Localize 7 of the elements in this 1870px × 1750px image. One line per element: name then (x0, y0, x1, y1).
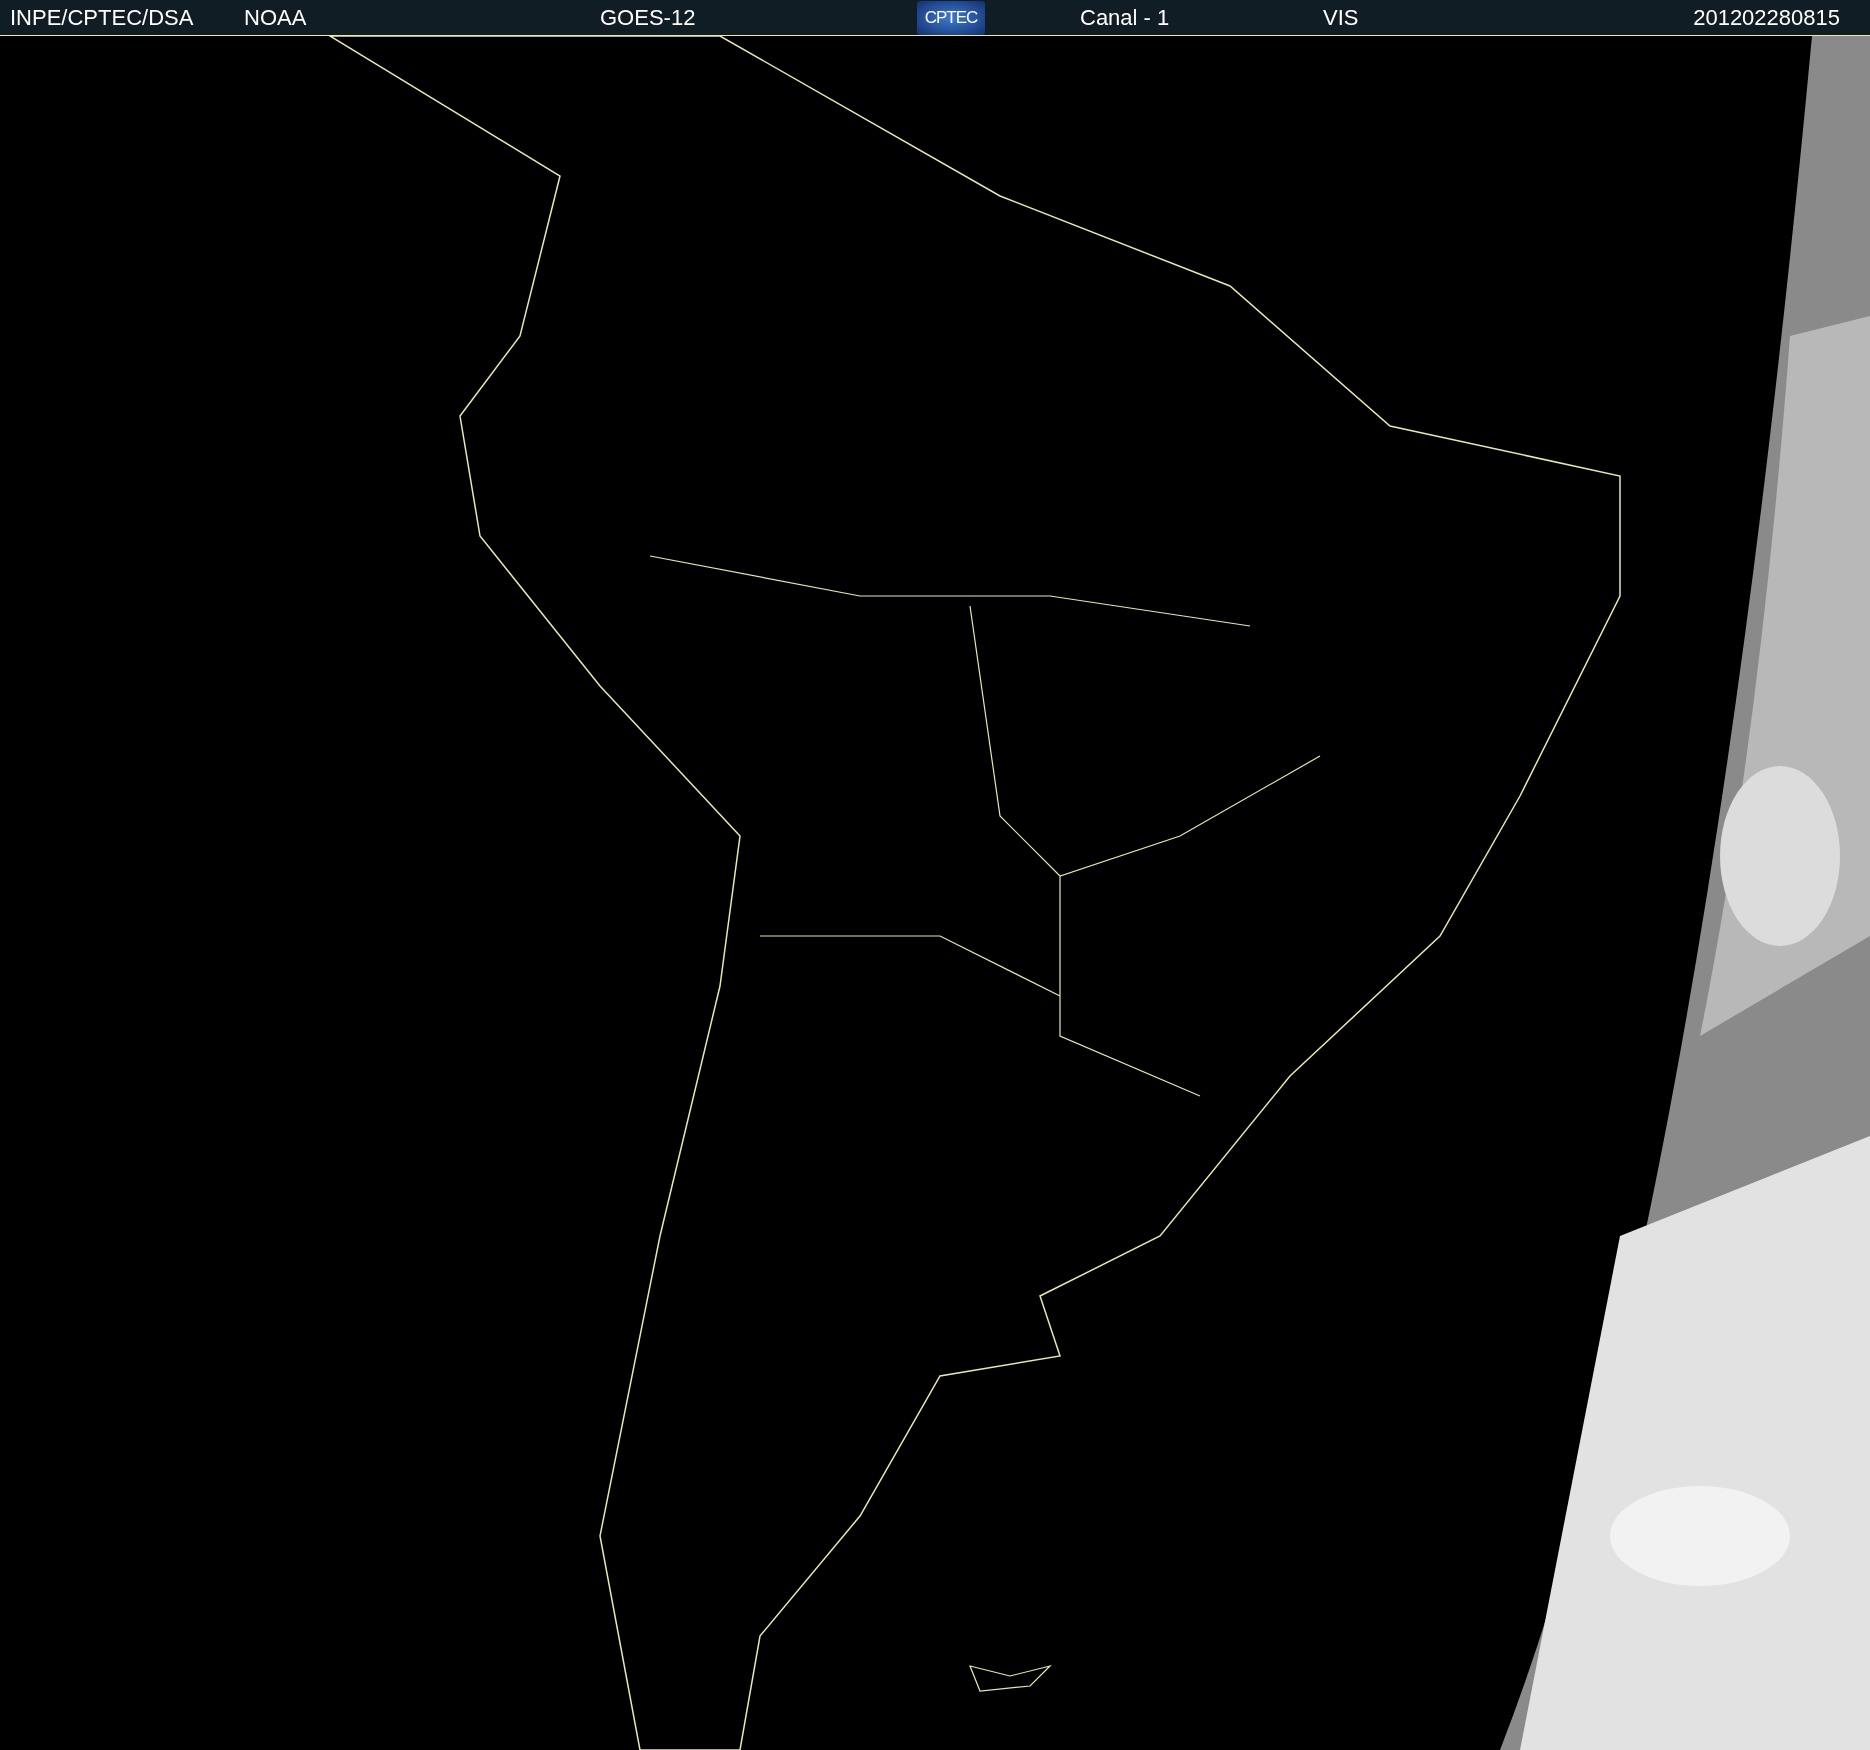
channel-label: Canal - 1 (1080, 4, 1171, 31)
timestamp: 201202280815 (1693, 4, 1841, 31)
logo: CPTEC (917, 0, 985, 35)
agency-label: INPE/CPTEC/DSA (9, 4, 195, 31)
agency-label: NOAA (244, 4, 308, 31)
band-label: VIS (1323, 4, 1360, 31)
satellite-label: GOES-12 (600, 4, 697, 31)
